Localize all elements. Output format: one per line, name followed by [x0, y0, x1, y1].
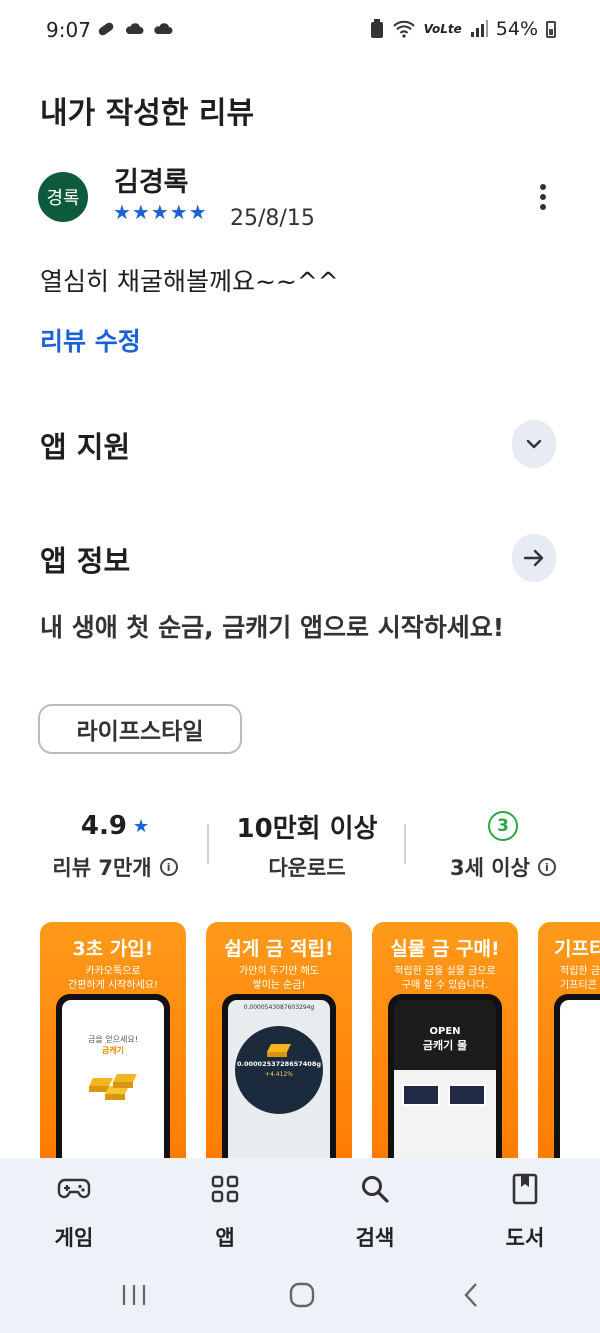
screen-text: +4.412% — [265, 1071, 293, 1078]
screenshot-subtitle: 가만히 두기만 해도 — [239, 966, 319, 977]
status-notification-icons — [96, 20, 174, 38]
nav-books[interactable]: 도서 — [475, 1172, 575, 1252]
edit-review-button[interactable]: 리뷰 수정 — [40, 322, 141, 358]
screenshot-subtitle: 적립한 금을 실물 금으로 — [394, 966, 496, 977]
status-bar: 9:07 VoLte 54% — [0, 0, 600, 60]
nav-label: 게임 — [54, 1226, 94, 1250]
nav-games[interactable]: 게임 — [24, 1172, 124, 1252]
screen-text: OPEN — [429, 1026, 461, 1037]
downloads-value: 10만회 이상 — [236, 813, 378, 844]
network-type: VoLte — [423, 22, 462, 36]
screenshot-subtitle: 적립한 금 — [560, 966, 600, 977]
search-icon — [362, 1176, 389, 1203]
bottom-navigation: 게임 앱 검색 도서 — [0, 1158, 600, 1258]
screenshot-subtitle: 간편하게 시작하세요! — [68, 980, 158, 991]
battery-icon — [546, 20, 556, 38]
nav-label: 앱 — [215, 1226, 235, 1250]
cloud-icon — [125, 23, 144, 34]
screen-text: 금캐기 — [101, 1046, 125, 1055]
nav-apps[interactable]: 앱 — [175, 1172, 275, 1252]
gold-bar-icon — [267, 1044, 291, 1057]
info-icon: i — [159, 858, 178, 876]
back-icon[interactable] — [462, 1282, 480, 1308]
stat-divider — [404, 824, 406, 864]
screen-text: 0.0000253728657408g — [236, 1060, 321, 1068]
signal-icon — [470, 20, 488, 37]
app-info-title[interactable]: 앱 정보 — [40, 538, 130, 580]
page-title: 내가 작성한 리뷰 — [40, 96, 255, 131]
more-vert-icon — [540, 184, 546, 190]
nav-label: 검색 — [355, 1226, 395, 1250]
phone-mockup: 0.0000543087603294g 0.0000253728657408g … — [222, 994, 336, 1158]
screenshot-title: 3초 가입! — [72, 938, 154, 960]
star-rating: ★★★★★ — [113, 200, 208, 224]
downloads-stat: 10만회 이상 다운로드 — [212, 808, 402, 882]
star-icon: ★ — [132, 815, 150, 837]
screenshot-card[interactable]: 쉽게 금 적립! 가만히 두기만 해도 쌓이는 순금! 0.0000543087… — [206, 922, 352, 1158]
screenshot-subtitle: 쌓이는 순금! — [252, 980, 306, 991]
cloud-icon — [154, 23, 173, 34]
review-date: 25/8/15 — [230, 206, 315, 231]
book-icon — [512, 1173, 538, 1205]
screenshot-card[interactable]: 3초 가입! 카카오톡으로 간편하게 시작하세요! 금을 얻으세요! 금캐기 — [40, 922, 186, 1158]
age-rating-label: 3세 이상 — [450, 856, 530, 880]
screenshot-subtitle: 기프티콘 — [560, 980, 597, 991]
stat-divider — [207, 824, 209, 864]
category-chip[interactable]: 라이프스타일 — [38, 704, 242, 754]
app-support-title[interactable]: 앱 지원 — [40, 424, 130, 466]
gamepad-icon — [57, 1178, 91, 1199]
phone-mockup: 금을 얻으세요! 금캐기 — [56, 994, 170, 1158]
screenshot-subtitle: 카카오톡으로 — [85, 966, 141, 977]
more-options-button[interactable] — [530, 180, 556, 214]
gold-bar-icon — [89, 1074, 137, 1100]
screenshot-carousel[interactable]: 3초 가입! 카카오톡으로 간편하게 시작하세요! 금을 얻으세요! 금캐기 쉽… — [0, 922, 600, 1158]
screenshot-title: 기프티 — [554, 938, 600, 960]
reviewer-name: 김경록 — [114, 167, 189, 198]
app-info-arrow-button[interactable] — [512, 534, 556, 582]
nav-search[interactable]: 검색 — [325, 1172, 425, 1252]
wifi-icon — [392, 20, 415, 38]
age-rating-badge: 3 — [488, 811, 518, 841]
app-description: 내 생애 첫 순금, 금캐기 앱으로 시작하세요! — [40, 613, 505, 642]
apps-grid-icon — [211, 1175, 239, 1203]
screenshot-title: 쉽게 금 적립! — [224, 938, 334, 960]
chevron-down-icon — [526, 439, 542, 449]
screen-text: 금캐기 몰 — [422, 1039, 468, 1052]
phone-mockup — [554, 994, 600, 1158]
screenshot-card[interactable]: 기프티 적립한 금 기프티콘 — [538, 922, 600, 1158]
home-icon[interactable] — [289, 1282, 315, 1308]
system-navigation-bar — [0, 1258, 600, 1333]
downloads-label: 다운로드 — [268, 856, 346, 880]
screenshot-subtitle: 구매 할 수 있습니다. — [401, 980, 489, 991]
review-count: 리뷰 7만개 — [52, 856, 152, 880]
rating-stat[interactable]: 4.9 ★ 리뷰 7만개 i — [30, 808, 200, 882]
avatar: 경록 — [38, 172, 88, 222]
review-text: 열심히 채굴해볼께요~~^^ — [40, 267, 339, 296]
phone-mockup: OPEN 금캐기 몰 — [388, 994, 502, 1158]
screen-text: 0.0000543087603294g — [243, 1004, 315, 1011]
screenshot-card[interactable]: 실물 금 구매! 적립한 금을 실물 금으로 구매 할 수 있습니다. OPEN… — [372, 922, 518, 1158]
battery-saver-icon — [370, 19, 383, 38]
screenshot-title: 실물 금 구매! — [390, 938, 500, 960]
status-time: 9:07 — [46, 18, 91, 42]
info-icon: i — [537, 858, 556, 876]
status-right-icons: VoLte 54% — [370, 18, 556, 40]
age-rating-stat[interactable]: 3 3세 이상 i — [414, 808, 592, 882]
rating-value: 4.9 — [80, 811, 127, 841]
arrow-right-icon — [523, 549, 544, 567]
recent-apps-icon[interactable] — [121, 1283, 147, 1307]
pill-icon — [98, 22, 114, 36]
nav-label: 도서 — [505, 1226, 545, 1250]
app-support-expand-button[interactable] — [512, 420, 556, 468]
screen-text: 금을 얻으세요! — [88, 1035, 138, 1044]
battery-percent: 54% — [495, 18, 538, 40]
